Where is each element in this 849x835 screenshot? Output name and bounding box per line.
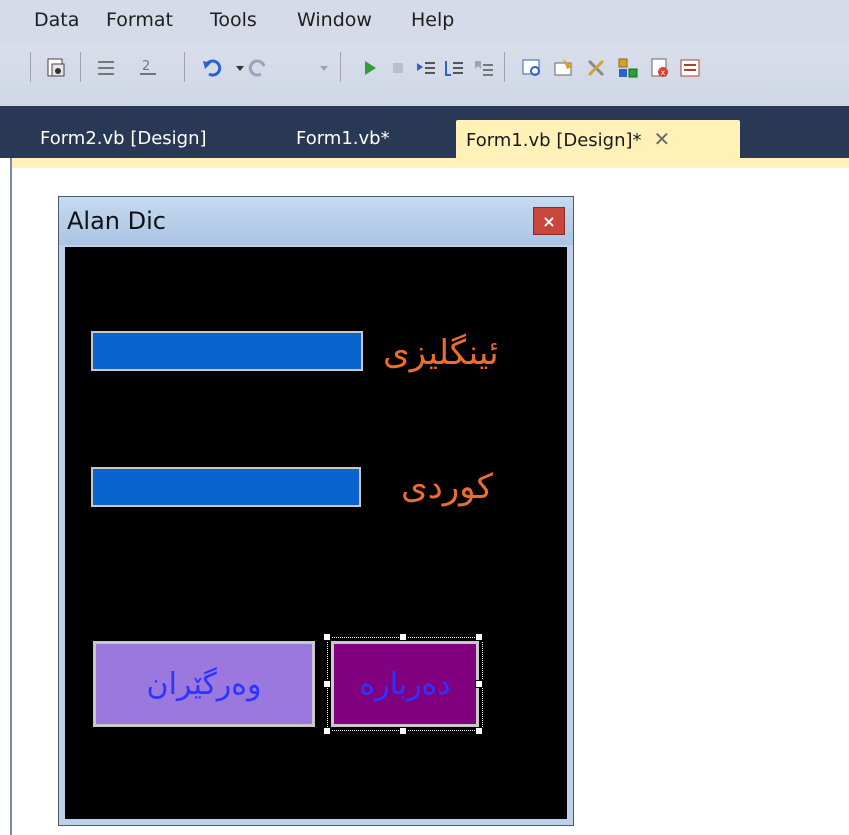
english-label: ئینگلیزی [383, 333, 499, 373]
form-client-area[interactable]: ئینگلیزی کوردی وەرگێران دەربارە [65, 247, 567, 819]
stop-icon[interactable] [386, 56, 410, 80]
toolbar-separator [340, 52, 341, 82]
form-window[interactable]: Alan Dic × ئینگلیزی کوردی وەرگێران دەربا… [58, 196, 574, 826]
resize-handle-bottom-left[interactable] [323, 727, 331, 735]
kurdish-textbox[interactable] [91, 467, 361, 507]
document-tabs: Form2.vb [Design] Form1.vb* Form1.vb [De… [0, 106, 849, 158]
about-button-label: دەربارە [359, 666, 451, 702]
toolbar-separator [504, 52, 505, 82]
resize-handle-bottom-right[interactable] [475, 727, 483, 735]
menu-window[interactable]: Window [297, 9, 372, 31]
undo-icon[interactable] [200, 56, 224, 80]
about-button[interactable]: دەربارە [331, 641, 479, 727]
toolbar: 2 x [0, 42, 849, 106]
resize-handle-top-left[interactable] [323, 633, 331, 641]
bookmark-icon[interactable] [472, 56, 496, 80]
tab-label: Form1.vb [Design]* [466, 130, 642, 151]
english-textbox[interactable] [91, 331, 363, 371]
solution-explorer-icon[interactable] [520, 56, 544, 80]
properties-icon[interactable] [552, 56, 576, 80]
resize-handle-bottom[interactable] [399, 727, 407, 735]
comment-icon[interactable] [94, 56, 118, 80]
indent-icon[interactable] [414, 56, 438, 80]
close-icon[interactable]: ✕ [654, 127, 671, 151]
form-title: Alan Dic [67, 207, 166, 235]
kurdish-label: کوردی [401, 467, 493, 507]
tab-form1-design[interactable]: Form1.vb [Design]* ✕ [456, 120, 740, 158]
outdent-icon[interactable] [442, 56, 466, 80]
toolbar-separator [30, 52, 31, 82]
form-close-button[interactable]: × [533, 207, 565, 235]
translate-button[interactable]: وەرگێران [93, 641, 315, 727]
menu-format[interactable]: Format [106, 9, 173, 31]
output-icon[interactable] [678, 56, 702, 80]
toolbar-separator [184, 52, 185, 82]
resize-handle-right[interactable] [475, 680, 483, 688]
start-icon[interactable] [358, 56, 382, 80]
close-icon: × [542, 211, 556, 231]
form-titlebar[interactable]: Alan Dic × [59, 197, 573, 245]
resize-handle-top[interactable] [399, 633, 407, 641]
toolbar-separator [80, 52, 81, 82]
translate-button-label: وەرگێران [146, 666, 262, 702]
save-all-icon[interactable] [44, 56, 68, 80]
tab-label: Form2.vb [Design] [40, 128, 207, 149]
resize-handle-left[interactable] [323, 680, 331, 688]
redo-icon[interactable] [246, 56, 270, 80]
menu-data[interactable]: Data [34, 9, 79, 31]
menu-bar: Data Format Tools Window Help [0, 0, 849, 42]
tab-form1-code[interactable]: Form1.vb* [286, 120, 400, 158]
svg-text:x: x [661, 68, 666, 77]
chevron-down-icon[interactable] [312, 56, 336, 80]
menu-tools[interactable]: Tools [210, 9, 257, 31]
tab-label: Form1.vb* [296, 128, 390, 149]
toolbox-icon[interactable] [584, 56, 608, 80]
tab-form2-design[interactable]: Form2.vb [Design] [30, 120, 217, 158]
error-list-icon[interactable]: x [648, 56, 672, 80]
object-browser-icon[interactable] [616, 56, 640, 80]
designer-left-edge [0, 158, 12, 835]
uncomment-icon[interactable]: 2 [136, 56, 160, 80]
menu-help[interactable]: Help [411, 9, 454, 31]
resize-handle-top-right[interactable] [475, 633, 483, 641]
svg-text:2: 2 [142, 59, 150, 74]
